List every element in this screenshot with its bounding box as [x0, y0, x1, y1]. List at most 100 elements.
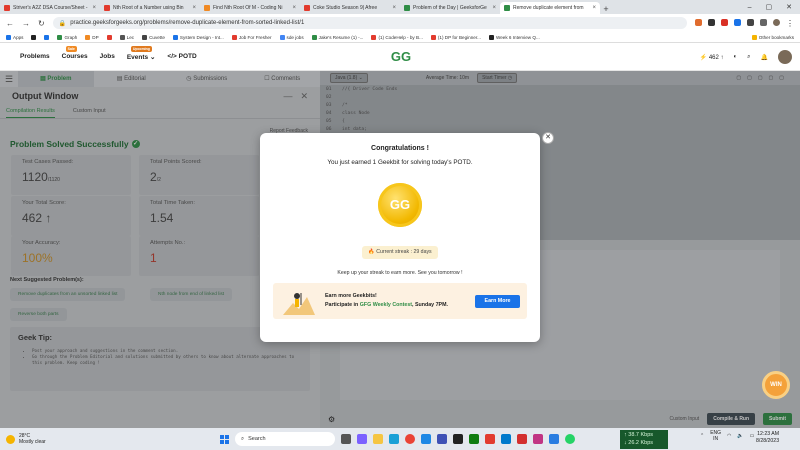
bookmark[interactable]: Apps: [6, 34, 23, 40]
extension-icon[interactable]: [747, 18, 754, 26]
modal-close-button[interactable]: ✕: [542, 132, 554, 144]
url-field[interactable]: 🔒 practice.geeksforgeeks.org/problems/re…: [52, 17, 687, 29]
task-view-icon[interactable]: [341, 434, 351, 444]
banner-headline: Earn more Geekbits!: [325, 293, 377, 299]
system-clock[interactable]: 12:23 AM 8/28/2023: [756, 431, 779, 445]
avatar[interactable]: [778, 50, 792, 64]
chrome-icon[interactable]: [405, 434, 415, 444]
lock-icon: 🔒: [58, 20, 67, 27]
app-icon[interactable]: [421, 434, 431, 444]
browser-tab[interactable]: Coke Studio Season 9| Afree ×: [300, 2, 400, 14]
nav-problems[interactable]: Problems: [20, 53, 50, 60]
bookmark-label: Jake's Resume (1) -...: [318, 34, 364, 40]
menu-kebab-icon[interactable]: ⋮: [786, 19, 794, 28]
banner-text: Participate in GFG Weekly Contest, Sunda…: [325, 302, 448, 308]
extension-icon[interactable]: [721, 18, 728, 26]
minimize-icon[interactable]: –: [748, 4, 752, 11]
search-icon[interactable]: ⌕: [747, 54, 750, 61]
instagram-icon[interactable]: [533, 434, 543, 444]
nav-events[interactable]: Upcoming Events ⌄: [127, 45, 155, 61]
search-icon: ⌕: [241, 435, 245, 442]
browser-tab[interactable]: Find Nth Root Of M - Coding Ni ×: [200, 2, 300, 14]
store-icon[interactable]: [437, 434, 447, 444]
bookmark[interactable]: Week 6 Interview Q...: [488, 34, 540, 40]
vscode-icon[interactable]: [501, 434, 511, 444]
close-icon[interactable]: ×: [492, 5, 496, 11]
close-icon[interactable]: ×: [92, 5, 96, 11]
tab-favicon-icon: [404, 5, 410, 11]
nav-jobs[interactable]: Jobs: [100, 53, 115, 60]
url-text: practice.geeksforgeeks.org/problems/remo…: [70, 20, 305, 26]
close-icon[interactable]: ×: [592, 5, 596, 11]
earn-more-button[interactable]: Earn More: [475, 295, 520, 308]
acrobat-icon[interactable]: [517, 434, 527, 444]
close-icon[interactable]: ×: [392, 5, 396, 11]
bookmark[interactable]: [31, 34, 37, 40]
chat-icon[interactable]: [357, 434, 367, 444]
bookmark[interactable]: [106, 34, 112, 40]
bookmark[interactable]: System Design - Int...: [172, 34, 224, 40]
file-explorer-icon[interactable]: [373, 434, 383, 444]
app-icon[interactable]: [485, 434, 495, 444]
fire-icon: 🔥: [368, 249, 375, 255]
bookmark[interactable]: Jake's Resume (1) -...: [311, 34, 364, 40]
reload-icon[interactable]: ↻: [38, 19, 45, 28]
maximize-icon[interactable]: ▢: [766, 3, 773, 11]
close-icon[interactable]: ×: [192, 5, 196, 11]
windows-start-icon[interactable]: [220, 434, 229, 444]
bookmark[interactable]: Cuvette: [142, 34, 165, 40]
new-tab-button[interactable]: +: [600, 4, 612, 14]
bell-icon[interactable]: 🔔: [761, 54, 768, 61]
edge-icon[interactable]: [389, 434, 399, 444]
browser-tab[interactable]: Striver's A2Z DSA Course/Sheet - ×: [0, 2, 100, 14]
profile-icon[interactable]: [773, 18, 780, 26]
bookmark[interactable]: DP: [85, 34, 99, 40]
bookmark[interactable]: Lec: [119, 34, 134, 40]
extension-icon[interactable]: [734, 18, 741, 26]
win-badge[interactable]: WIN: [762, 371, 790, 399]
streak-counter[interactable]: ⚡ 462 ↑: [700, 54, 724, 61]
upload-value: 38.7 Kbps: [628, 432, 654, 438]
weather-widget[interactable]: 28°C Mostly clear: [0, 433, 180, 445]
bookmark[interactable]: [44, 34, 50, 40]
forward-icon[interactable]: →: [22, 19, 30, 28]
battery-icon[interactable]: ▭: [750, 433, 755, 439]
bookmark[interactable]: Job For Fresher: [231, 34, 272, 40]
photos-icon[interactable]: [549, 434, 559, 444]
whatsapp-icon[interactable]: [565, 434, 575, 444]
extension-icon[interactable]: [760, 18, 767, 26]
chevron-up-icon[interactable]: ⌃: [700, 433, 704, 439]
bookmark-favicon-icon: [57, 34, 63, 40]
close-window-icon[interactable]: ✕: [786, 3, 792, 11]
other-bookmarks[interactable]: Other bookmarks: [751, 34, 794, 40]
wifi-icon[interactable]: ◠: [727, 433, 731, 439]
language-indicator[interactable]: ENG IN: [710, 430, 721, 442]
tab-label: Nth Root of a Number using Bin: [113, 5, 184, 11]
bookmark[interactable]: (1) DP for Beginner...: [430, 34, 481, 40]
xbox-icon[interactable]: [469, 434, 479, 444]
browser-tab[interactable]: Nth Root of a Number using Bin ×: [100, 2, 200, 14]
streak-count: 462: [708, 54, 719, 61]
back-icon[interactable]: ←: [6, 19, 14, 28]
browser-tab-active[interactable]: Remove duplicate element from ×: [500, 2, 600, 14]
bookmarks-bar: Apps Graph DP Lec Cuvette System Design …: [0, 32, 800, 43]
nav-courses[interactable]: Sale Courses: [62, 46, 88, 60]
bookmark[interactable]: Graph: [57, 34, 77, 40]
volume-icon[interactable]: 🔈: [737, 433, 743, 439]
close-icon[interactable]: ×: [292, 5, 296, 11]
browser-tab[interactable]: Problem of the Day | GeeksforGe ×: [400, 2, 500, 14]
bookmark-label: Other bookmarks: [758, 34, 794, 40]
bookmark-label: Job For Fresher: [238, 34, 272, 40]
extension-icon[interactable]: [708, 18, 715, 26]
network-speed-widget[interactable]: ↑ 38.7 Kbps ↓ 26.2 Kbps: [620, 430, 668, 449]
bookmark[interactable]: sde jobs: [279, 34, 304, 40]
banner-contest-link[interactable]: GFG Weekly Contest: [360, 302, 412, 308]
theme-toggle-icon[interactable]: ◐: [734, 54, 738, 60]
gfg-logo[interactable]: GG: [386, 50, 416, 64]
extension-icon[interactable]: [695, 18, 702, 26]
bookmark-label: (1) CodeHelp - by B...: [378, 34, 423, 40]
app-icon[interactable]: [453, 434, 463, 444]
bookmark[interactable]: (1) CodeHelp - by B...: [371, 34, 423, 40]
nav-potd[interactable]: </> POTD: [167, 53, 196, 60]
taskbar-search[interactable]: ⌕ Search: [235, 432, 335, 446]
